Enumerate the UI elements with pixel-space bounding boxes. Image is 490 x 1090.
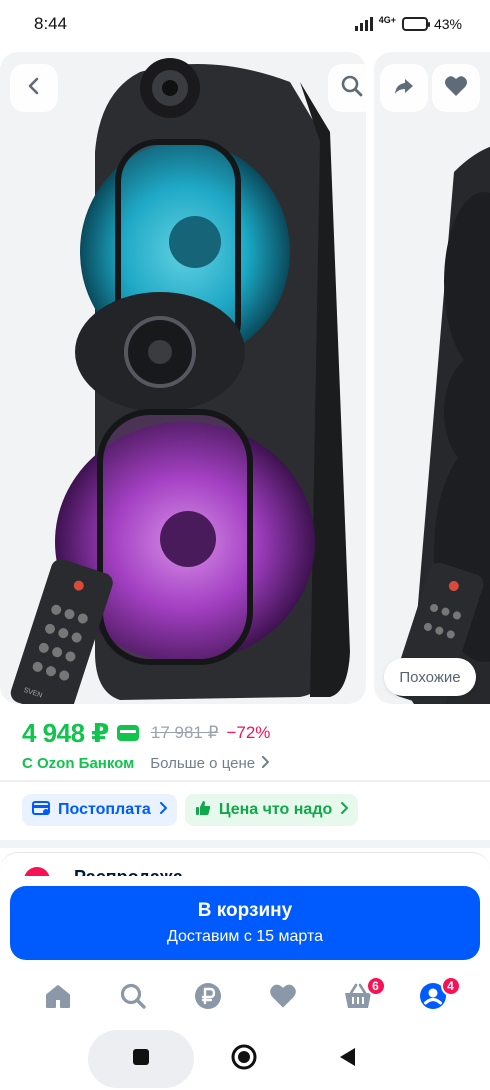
- recents-button[interactable]: [131, 1048, 151, 1071]
- product-image-next[interactable]: [374, 52, 490, 704]
- share-icon: [392, 74, 416, 103]
- product-image-main[interactable]: SVEN: [0, 52, 366, 704]
- favorite-button[interactable]: [432, 64, 480, 112]
- old-price: 17 981 ₽: [150, 723, 219, 742]
- status-icons: 4G+ 43%: [354, 15, 462, 32]
- bottom-tab-bar: 6 4: [0, 970, 490, 1026]
- system-navigation-bar: [0, 1026, 490, 1090]
- home-icon: [44, 983, 72, 1014]
- ozon-card-icon: [116, 725, 139, 741]
- signal-icon: [354, 17, 373, 31]
- tab-finance[interactable]: [188, 978, 228, 1018]
- good-price-chip[interactable]: Цена что надо: [184, 794, 359, 826]
- search-button[interactable]: [328, 64, 366, 112]
- chevron-right-icon: [159, 801, 168, 819]
- heart-icon: [269, 983, 297, 1014]
- promo-chips: Постоплата Цена что надо: [22, 794, 359, 826]
- postpay-label: Постоплата: [58, 801, 151, 818]
- circle-home-icon: [230, 1043, 258, 1076]
- search-icon: [119, 982, 147, 1015]
- share-button[interactable]: [380, 64, 428, 112]
- tab-search[interactable]: [113, 978, 153, 1018]
- speaker-image: SVEN: [10, 58, 350, 704]
- heart-icon: [444, 75, 468, 102]
- ozon-bank-label: С Ozon Банком: [22, 754, 135, 772]
- more-about-price-link[interactable]: Больше о цене: [150, 754, 270, 772]
- add-to-cart-label: В корзину: [197, 900, 293, 921]
- back-nav-button[interactable]: [336, 1047, 360, 1071]
- cart-badge: 6: [365, 976, 386, 996]
- chevron-right-icon: [340, 801, 349, 819]
- status-time: 8:44: [34, 14, 68, 33]
- card-icon: [32, 800, 50, 821]
- tab-profile[interactable]: 4: [413, 976, 461, 1018]
- battery-icon: [401, 17, 430, 31]
- ruble-icon: [194, 982, 222, 1015]
- tab-favorites[interactable]: [263, 978, 303, 1018]
- chevron-left-icon: [23, 75, 45, 102]
- good-price-label: Цена что надо: [218, 801, 333, 818]
- add-to-cart-button[interactable]: В корзину Доставим с 15 марта: [10, 886, 480, 960]
- profile-badge: 4: [440, 976, 461, 996]
- price-row: 4 948 ₽ 17 981 ₽ −72%: [22, 716, 270, 750]
- more-about-price-label: Больше о цене: [150, 754, 256, 772]
- tab-cart[interactable]: 6: [338, 976, 386, 1018]
- section-gap: [0, 840, 490, 848]
- delivery-date: Доставим с 15 марта: [166, 928, 324, 945]
- postpay-chip[interactable]: Постоплата: [22, 794, 177, 826]
- chevron-right-icon: [261, 755, 270, 772]
- cart-bar: В корзину Доставим с 15 марта: [0, 876, 490, 968]
- thumbs-up-icon: [195, 800, 211, 821]
- discount-badge: −72%: [226, 723, 271, 742]
- back-button[interactable]: [10, 64, 58, 112]
- square-icon: [132, 1048, 150, 1071]
- bank-price-row: С Ozon Банком Больше о цене: [22, 752, 270, 774]
- current-price: 4 948 ₽: [22, 717, 109, 748]
- status-bar: 8:44 4G+ 43%: [0, 0, 490, 48]
- home-nav-button[interactable]: [230, 1043, 258, 1076]
- battery-percent: 43%: [433, 16, 462, 32]
- speaker-image-next: [392, 146, 490, 704]
- search-icon: [340, 74, 364, 103]
- similar-button[interactable]: Похожие: [384, 658, 476, 696]
- network-type: 4G+: [378, 15, 396, 25]
- triangle-back-icon: [337, 1046, 359, 1073]
- product-gallery[interactable]: SVEN: [0, 52, 490, 704]
- divider: [0, 780, 490, 782]
- tab-home[interactable]: [38, 978, 78, 1018]
